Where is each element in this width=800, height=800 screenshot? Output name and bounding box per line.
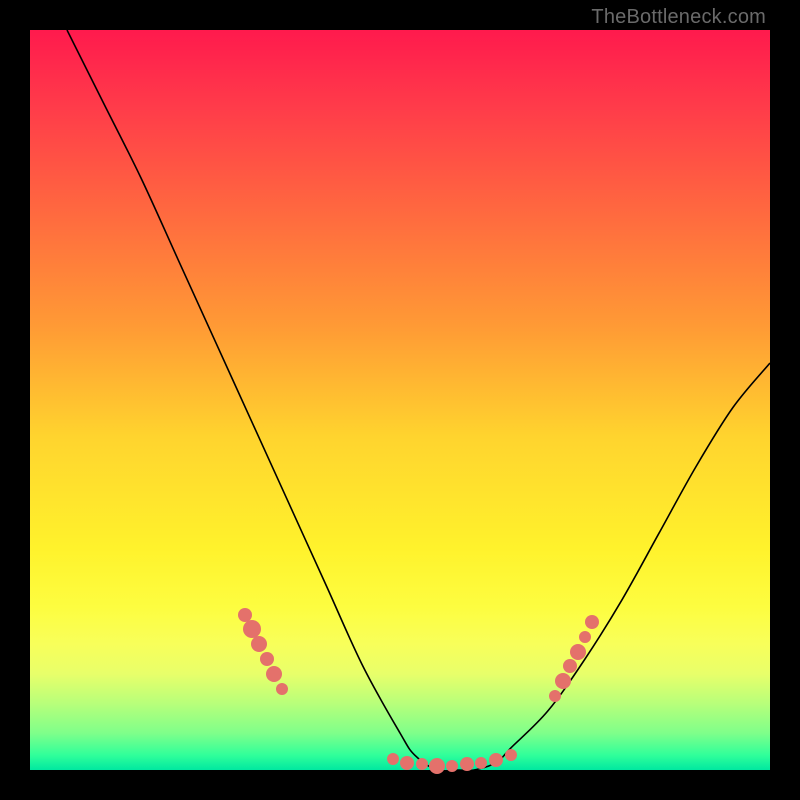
bottleneck-curve-path [67,30,770,770]
data-point-bottom-8 [489,753,503,767]
data-point-left-cluster-4 [260,652,274,666]
plot-area [30,30,770,770]
data-point-right-cluster-2 [555,673,571,689]
data-point-bottom-7 [475,757,487,769]
data-point-bottom-2 [400,756,414,770]
watermark-text: TheBottleneck.com [591,6,766,29]
data-point-bottom-4 [429,758,445,774]
data-point-left-cluster-6 [276,683,288,695]
data-point-right-cluster-4 [570,644,586,660]
data-point-bottom-1 [387,753,399,765]
bottleneck-curve-svg [30,30,770,770]
data-point-bottom-5 [446,760,458,772]
data-point-right-cluster-5 [579,631,591,643]
data-point-left-cluster-5 [266,666,282,682]
data-point-bottom-6 [460,757,474,771]
chart-frame: TheBottleneck.com [0,0,800,800]
